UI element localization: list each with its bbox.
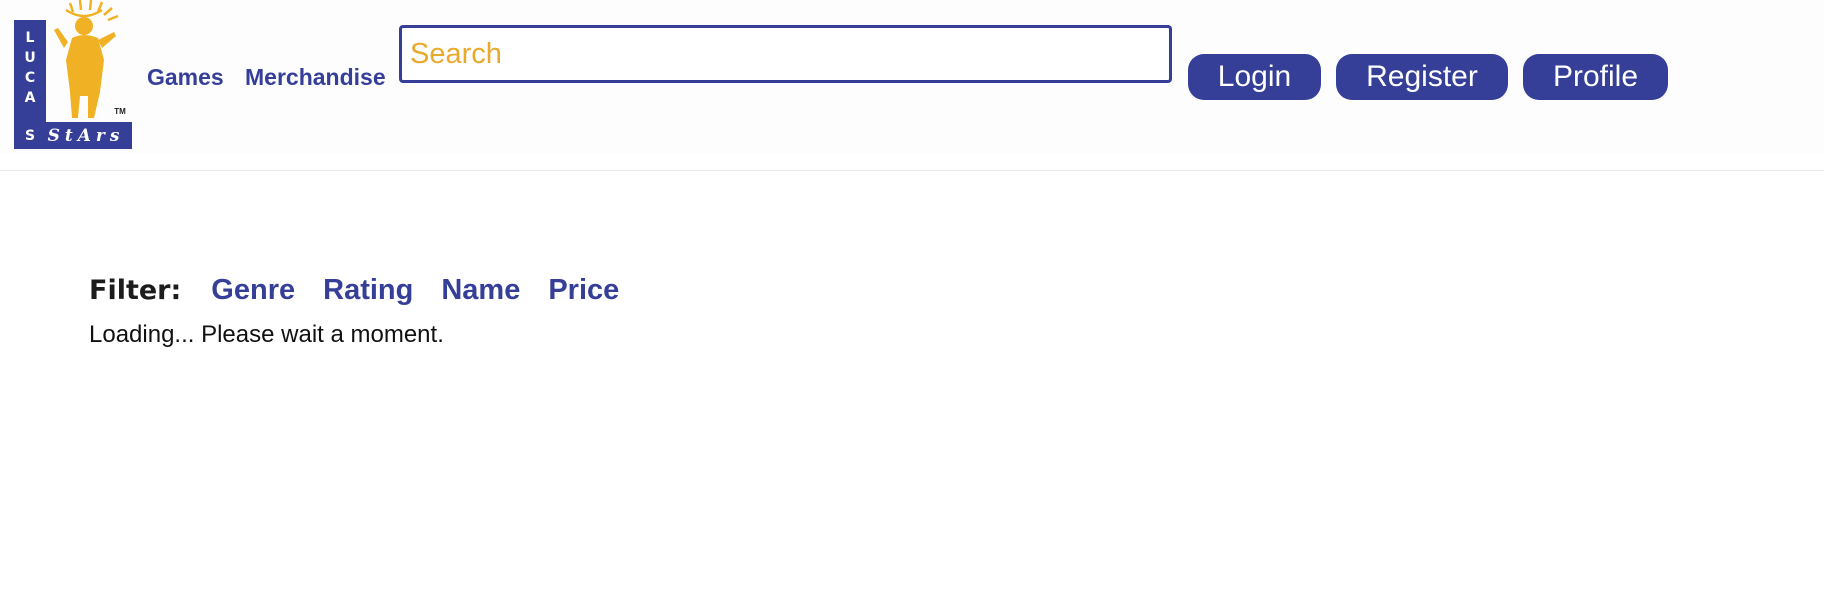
logo-letter: C bbox=[25, 70, 35, 86]
login-button[interactable]: Login bbox=[1188, 54, 1321, 100]
logo-wordmark: StArs bbox=[48, 126, 125, 146]
filter-label: Filter: bbox=[89, 275, 182, 306]
logo-letter: S bbox=[25, 128, 35, 144]
logo-letter: A bbox=[25, 90, 36, 106]
nav-merchandise-link[interactable]: Merchandise bbox=[245, 64, 386, 90]
filter-option-name[interactable]: Name bbox=[441, 274, 520, 307]
filter-bar: Filter: Genre Rating Name Price bbox=[89, 274, 647, 308]
logo-trademark: TM bbox=[114, 107, 126, 116]
filter-option-genre[interactable]: Genre bbox=[211, 274, 295, 307]
filter-option-price[interactable]: Price bbox=[548, 274, 619, 307]
lucasstars-logo[interactable]: L U C A S StArs TM bbox=[14, 0, 132, 149]
search-input[interactable] bbox=[399, 25, 1172, 83]
filter-option-rating[interactable]: Rating bbox=[323, 274, 413, 307]
header-divider bbox=[0, 170, 1824, 171]
loading-message: Loading... Please wait a moment. bbox=[89, 321, 444, 348]
site-header: L U C A S StArs TM Games Merchandise Log… bbox=[0, 0, 1824, 154]
nav-games-link[interactable]: Games bbox=[147, 64, 224, 90]
register-button[interactable]: Register bbox=[1336, 54, 1508, 100]
logo-graphic: L U C A S StArs TM bbox=[14, 0, 132, 149]
logo-letter: U bbox=[24, 50, 35, 66]
logo-letter: L bbox=[26, 30, 35, 46]
profile-button[interactable]: Profile bbox=[1523, 54, 1668, 100]
